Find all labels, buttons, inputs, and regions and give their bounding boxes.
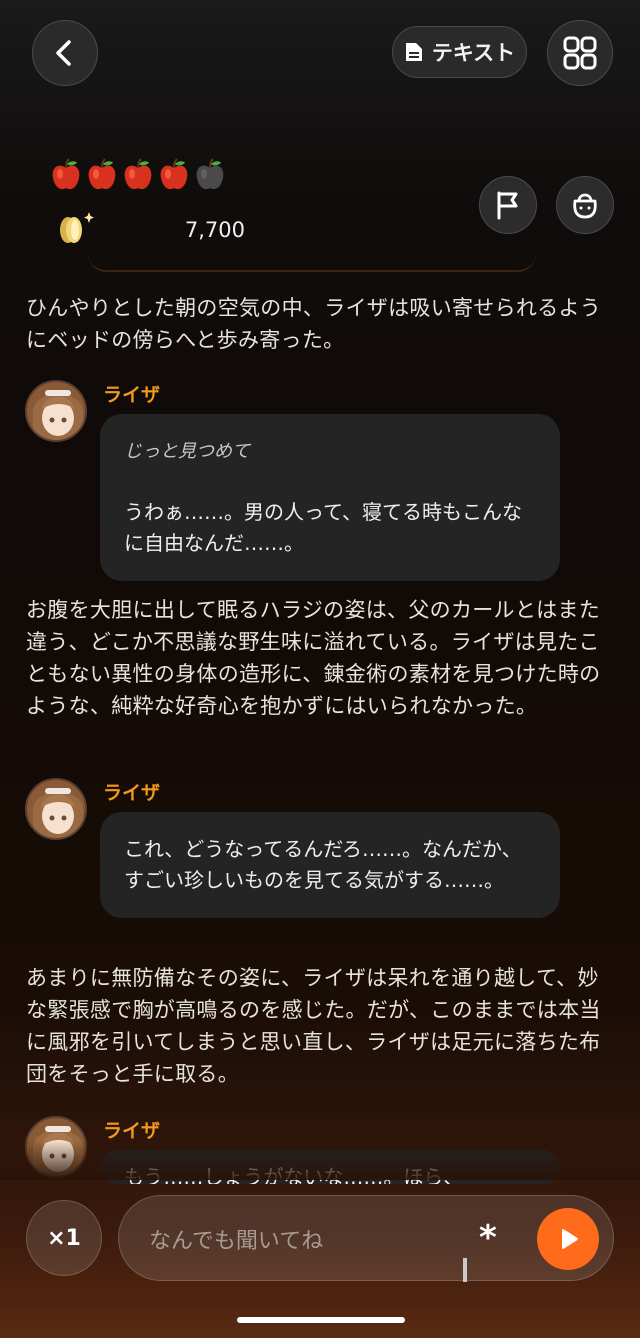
bag-button[interactable] bbox=[556, 176, 614, 234]
narration-text: お腹を大胆に出して眠るハラジの姿は、父のカールとはまた違う、どこか不思議な野生味… bbox=[26, 598, 601, 718]
menu-button[interactable] bbox=[547, 20, 613, 86]
grid-icon bbox=[563, 36, 597, 70]
document-icon bbox=[405, 43, 422, 61]
action-text: じっと見つめて bbox=[124, 441, 250, 462]
input-placeholder: なんでも聞いてね bbox=[149, 1229, 324, 1254]
previous-card-edge bbox=[88, 252, 536, 272]
speaker-name: ライザ bbox=[103, 384, 161, 406]
scroll-fade bbox=[0, 1140, 640, 1180]
flag-icon bbox=[497, 191, 518, 220]
character-portrait-icon bbox=[33, 390, 83, 440]
apple-empty-icon bbox=[196, 158, 224, 190]
avatar[interactable] bbox=[25, 778, 87, 840]
top-bar: テキスト bbox=[0, 0, 640, 110]
coin-icon bbox=[60, 212, 94, 243]
chevron-left-icon bbox=[56, 40, 71, 66]
text-caret bbox=[463, 1258, 467, 1282]
asterisk-button[interactable]: * bbox=[479, 1218, 497, 1258]
apple-icon bbox=[88, 158, 116, 190]
message-bubble: じっと見つめて うわぁ……。男の人って、寝てる時もこんなに自由なんだ……。 bbox=[100, 414, 560, 581]
message-bubble: これ、どうなってるんだろ……。なんだか、すごい珍しいものを見てる気がする……。 bbox=[100, 812, 560, 918]
speaker-name: ライザ bbox=[103, 1120, 161, 1142]
text-mode-button[interactable]: テキスト bbox=[392, 26, 527, 78]
input-area: ×1 なんでも聞いてね * bbox=[0, 1180, 640, 1338]
coin-count: 7,700 bbox=[184, 218, 245, 242]
character-portrait-icon bbox=[33, 788, 83, 838]
report-button[interactable] bbox=[479, 176, 537, 234]
back-button[interactable] bbox=[32, 20, 98, 86]
home-indicator bbox=[237, 1317, 405, 1323]
narration-text: あまりに無防備なその姿に、ライザは呆れを通り越して、妙な緊張感で胸が高鳴るのを感… bbox=[26, 966, 601, 1086]
message-text: これ、どうなってるんだろ……。なんだか、すごい珍しいものを見てる気がする……。 bbox=[124, 837, 522, 892]
bag-icon bbox=[573, 193, 597, 219]
play-icon bbox=[562, 1229, 578, 1249]
message-text: うわぁ……。男の人って、寝てる時もこんなに自由なんだ……。 bbox=[124, 500, 522, 555]
apple-icon bbox=[160, 158, 188, 190]
avatar[interactable] bbox=[25, 380, 87, 442]
speed-button[interactable]: ×1 bbox=[26, 1200, 102, 1276]
message-input[interactable]: なんでも聞いてね * bbox=[118, 1195, 614, 1282]
text-mode-label: テキスト bbox=[431, 41, 516, 65]
narration-text: ひんやりとした朝の空気の中、ライザは吸い寄せられるようにベッドの傍らへと歩み寄っ… bbox=[26, 296, 602, 352]
send-button[interactable] bbox=[537, 1208, 599, 1270]
life-apples bbox=[50, 158, 226, 192]
apple-icon bbox=[52, 158, 80, 190]
apple-icon bbox=[124, 158, 152, 190]
speaker-name: ライザ bbox=[103, 782, 161, 804]
